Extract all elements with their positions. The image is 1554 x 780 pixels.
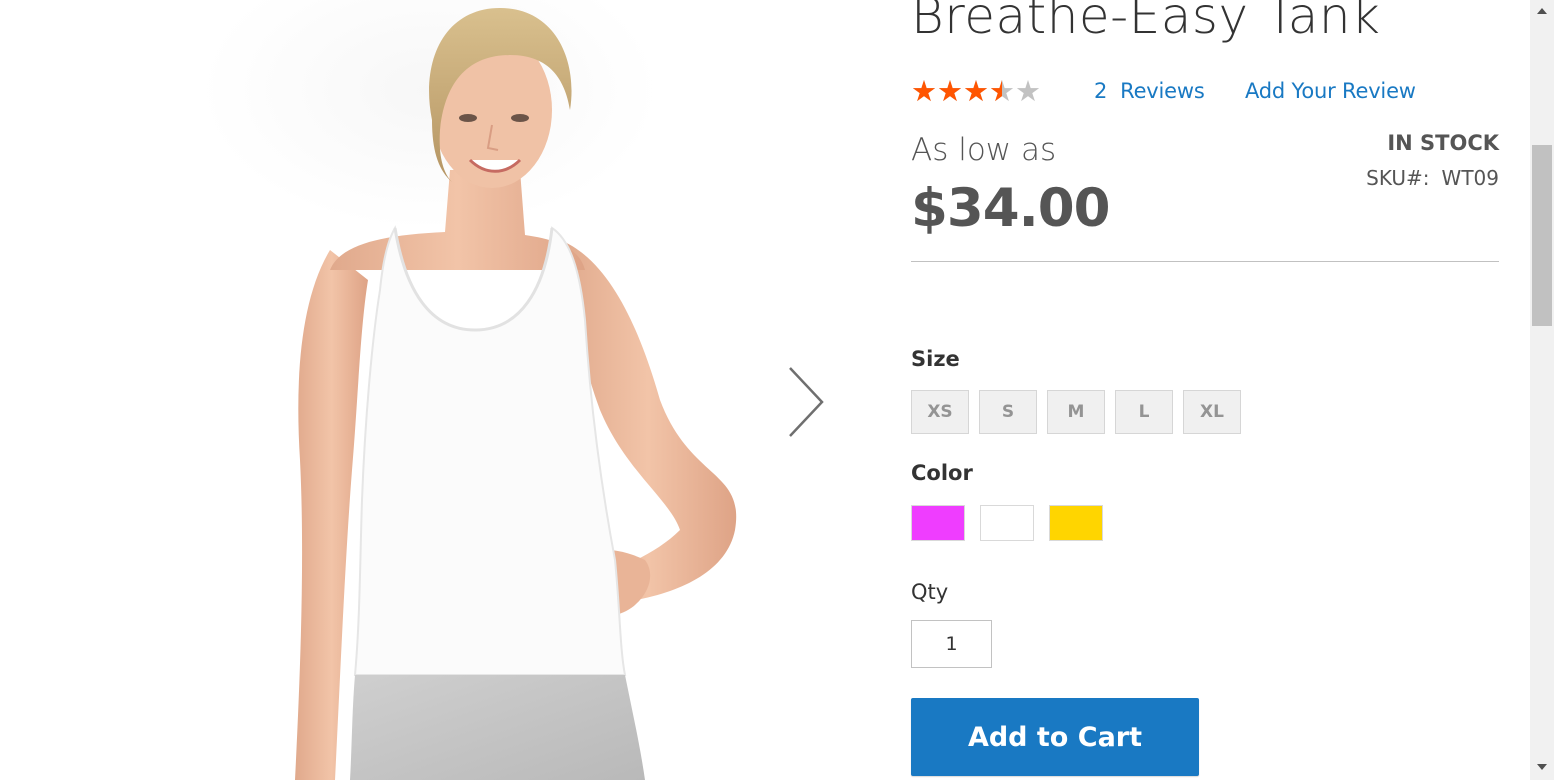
star-icon: ★★ [963, 76, 989, 108]
star-icon: ★★ [989, 76, 1015, 108]
price-prefix: As low as [911, 132, 1057, 168]
product-title: Breathe-Easy Tank [911, 0, 1381, 45]
page-scrollbar[interactable] [1530, 0, 1554, 780]
size-option-m[interactable]: M [1047, 390, 1105, 434]
color-option-yellow[interactable] [1049, 505, 1103, 541]
product-gallery [0, 0, 880, 780]
reviews-link[interactable]: 2 Reviews [1094, 79, 1205, 103]
size-swatches: XS S M L XL [911, 390, 1241, 434]
reviews-count: 2 [1094, 79, 1108, 103]
scroll-down-icon[interactable] [1537, 764, 1547, 770]
star-fill-icon: ★ [963, 78, 989, 106]
color-swatches [911, 505, 1103, 541]
size-option-s[interactable]: S [979, 390, 1037, 434]
star-icon: ★ [1015, 76, 1041, 108]
divider [911, 261, 1499, 262]
stock-status: IN STOCK [1387, 131, 1499, 155]
size-label: Size [911, 347, 960, 371]
rating-stars: ★★★★★★★★★ [911, 76, 1046, 108]
add-to-cart-button[interactable]: Add to Cart [911, 698, 1199, 776]
size-option-xl[interactable]: XL [1183, 390, 1241, 434]
star-icon: ★★ [937, 76, 963, 108]
gallery-next-button[interactable] [782, 362, 832, 442]
star-fill-icon: ★ [989, 78, 1002, 106]
qty-input[interactable] [911, 620, 992, 668]
color-option-white[interactable] [980, 505, 1034, 541]
scroll-up-icon[interactable] [1537, 8, 1547, 14]
star-fill-icon: ★ [937, 78, 963, 106]
star-fill-icon: ★ [911, 78, 937, 106]
sku: SKU#: WT09 [1366, 166, 1499, 190]
chevron-right-icon [789, 367, 824, 437]
size-option-xs[interactable]: XS [911, 390, 969, 434]
sku-label: SKU#: [1366, 166, 1430, 190]
star-icon: ★★ [911, 76, 937, 108]
qty-label: Qty [911, 580, 949, 604]
size-option-l[interactable]: L [1115, 390, 1173, 434]
scrollbar-thumb[interactable] [1532, 145, 1552, 326]
sku-value: WT09 [1441, 166, 1499, 190]
color-option-purple[interactable] [911, 505, 965, 541]
color-label: Color [911, 461, 973, 485]
product-price: $34.00 [911, 178, 1111, 239]
add-review-link[interactable]: Add Your Review [1245, 79, 1416, 103]
product-photo [200, 0, 737, 780]
reviews-label: Reviews [1120, 79, 1205, 103]
